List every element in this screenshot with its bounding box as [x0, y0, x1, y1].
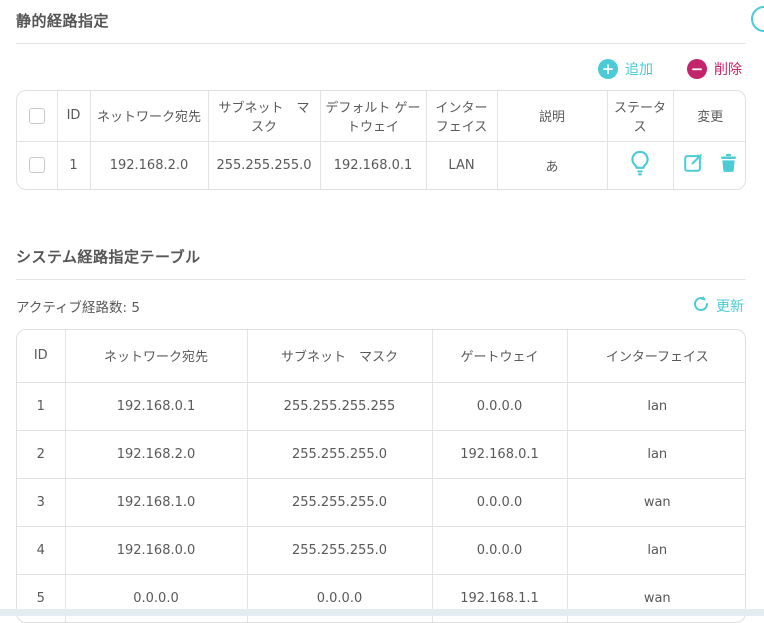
cell-id: 2 [17, 429, 66, 478]
cell-interface: lan [567, 381, 745, 430]
col-header-id: ID [17, 330, 66, 382]
active-routes-label: アクティブ経路数: [16, 300, 128, 316]
plus-circle-icon: + [598, 59, 618, 79]
static-routes-header-row: ID ネットワーク宛先 サブネット マスク デフォルト ゲートウェイ インターフ… [17, 91, 745, 141]
table-row: 2 192.168.2.0 255.255.255.0 192.168.0.1 … [17, 429, 745, 478]
col-header-change: 変更 [697, 110, 724, 126]
col-header-subnet-mask: サブネット マスク [208, 91, 321, 141]
cell-id: 1 [17, 381, 66, 430]
add-route-label: 追加 [625, 62, 653, 78]
refresh-label: 更新 [716, 299, 744, 315]
cell-interface: wan [567, 477, 745, 526]
table-row: 3 192.168.1.0 255.255.255.0 0.0.0.0 wan [17, 477, 745, 526]
col-header-network-destination: ネットワーク宛先 [90, 91, 209, 141]
cell-subnet-mask: 255.255.255.0 [208, 140, 321, 189]
active-routes-count: 5 [131, 300, 140, 316]
refresh-button[interactable]: 更新 [692, 295, 744, 317]
col-header-interface: インターフェイス [605, 350, 709, 366]
col-header-id: ID [57, 91, 91, 141]
cell-gateway: 192.168.0.1 [432, 429, 568, 478]
static-routes-toolbar: + 追加 − 削除 [16, 58, 742, 80]
footer-edge-bar [0, 609, 764, 616]
static-route-row: 1 192.168.2.0 255.255.255.0 192.168.0.1 … [17, 140, 745, 189]
col-header-network-destination: ネットワーク宛先 [65, 330, 248, 382]
active-routes-counter: アクティブ経路数: 5 [16, 296, 140, 316]
edit-icon [682, 152, 704, 177]
cell-subnet-mask: 255.255.255.0 [247, 477, 433, 526]
minus-circle-icon: − [687, 59, 707, 79]
cell-default-gateway: 192.168.0.1 [320, 140, 427, 189]
cell-gateway: 0.0.0.0 [432, 381, 568, 430]
cell-network-destination: 192.168.0.1 [65, 381, 248, 430]
system-routes-header-row: ID ネットワーク宛先 サブネット マスク ゲートウェイ インターフェイス [17, 330, 745, 382]
divider [16, 279, 746, 280]
static-routes-table: ID ネットワーク宛先 サブネット マスク デフォルト ゲートウェイ インターフ… [16, 90, 746, 190]
cell-id: 1 [57, 140, 91, 189]
table-row: 1 192.168.0.1 255.255.255.255 0.0.0.0 la… [17, 381, 745, 430]
edit-route-button[interactable] [682, 152, 704, 177]
delete-route-label: 削除 [714, 62, 742, 78]
cell-id: 3 [17, 477, 66, 526]
col-header-interface: インターフェイス [426, 91, 498, 141]
table-row: 4 192.168.0.0 255.255.255.0 0.0.0.0 lan [17, 525, 745, 574]
select-all-checkbox[interactable] [28, 107, 45, 124]
section-title-system-routing: システム経路指定テーブル [16, 248, 201, 266]
col-header-gateway: ゲートウェイ [432, 330, 568, 382]
add-route-button[interactable]: + 追加 [598, 59, 653, 79]
status-toggle-button[interactable] [627, 149, 653, 180]
cell-gateway: 0.0.0.0 [432, 525, 568, 574]
cell-interface: lan [567, 525, 745, 574]
section-title-static-routing: 静的経路指定 [16, 12, 110, 30]
col-header-status: ステータス [607, 91, 674, 141]
cell-id: 4 [17, 525, 66, 574]
divider [16, 43, 746, 44]
cell-subnet-mask: 255.255.255.0 [247, 525, 433, 574]
cell-description: あ [497, 140, 608, 189]
cell-network-destination: 192.168.2.0 [90, 140, 209, 189]
cell-subnet-mask: 255.255.255.0 [247, 429, 433, 478]
cell-interface: lan [567, 429, 745, 478]
cell-gateway: 0.0.0.0 [432, 477, 568, 526]
cell-subnet-mask: 255.255.255.255 [247, 381, 433, 430]
lightbulb-icon [627, 149, 653, 180]
system-routes-table: ID ネットワーク宛先 サブネット マスク ゲートウェイ インターフェイス 1 … [16, 329, 746, 623]
col-header-description: 説明 [497, 91, 608, 141]
row-checkbox[interactable] [28, 157, 45, 174]
delete-row-button[interactable] [718, 152, 739, 177]
col-header-default-gateway: デフォルト ゲートウェイ [320, 91, 427, 141]
cell-network-destination: 192.168.2.0 [65, 429, 248, 478]
col-header-subnet-mask: サブネット マスク [247, 330, 433, 382]
cell-network-destination: 192.168.1.0 [65, 477, 248, 526]
trash-icon [718, 152, 739, 177]
cell-network-destination: 192.168.0.0 [65, 525, 248, 574]
help-icon[interactable] [751, 6, 764, 32]
refresh-icon [692, 295, 710, 317]
cell-interface: LAN [426, 140, 498, 189]
delete-route-button[interactable]: − 削除 [687, 59, 742, 79]
